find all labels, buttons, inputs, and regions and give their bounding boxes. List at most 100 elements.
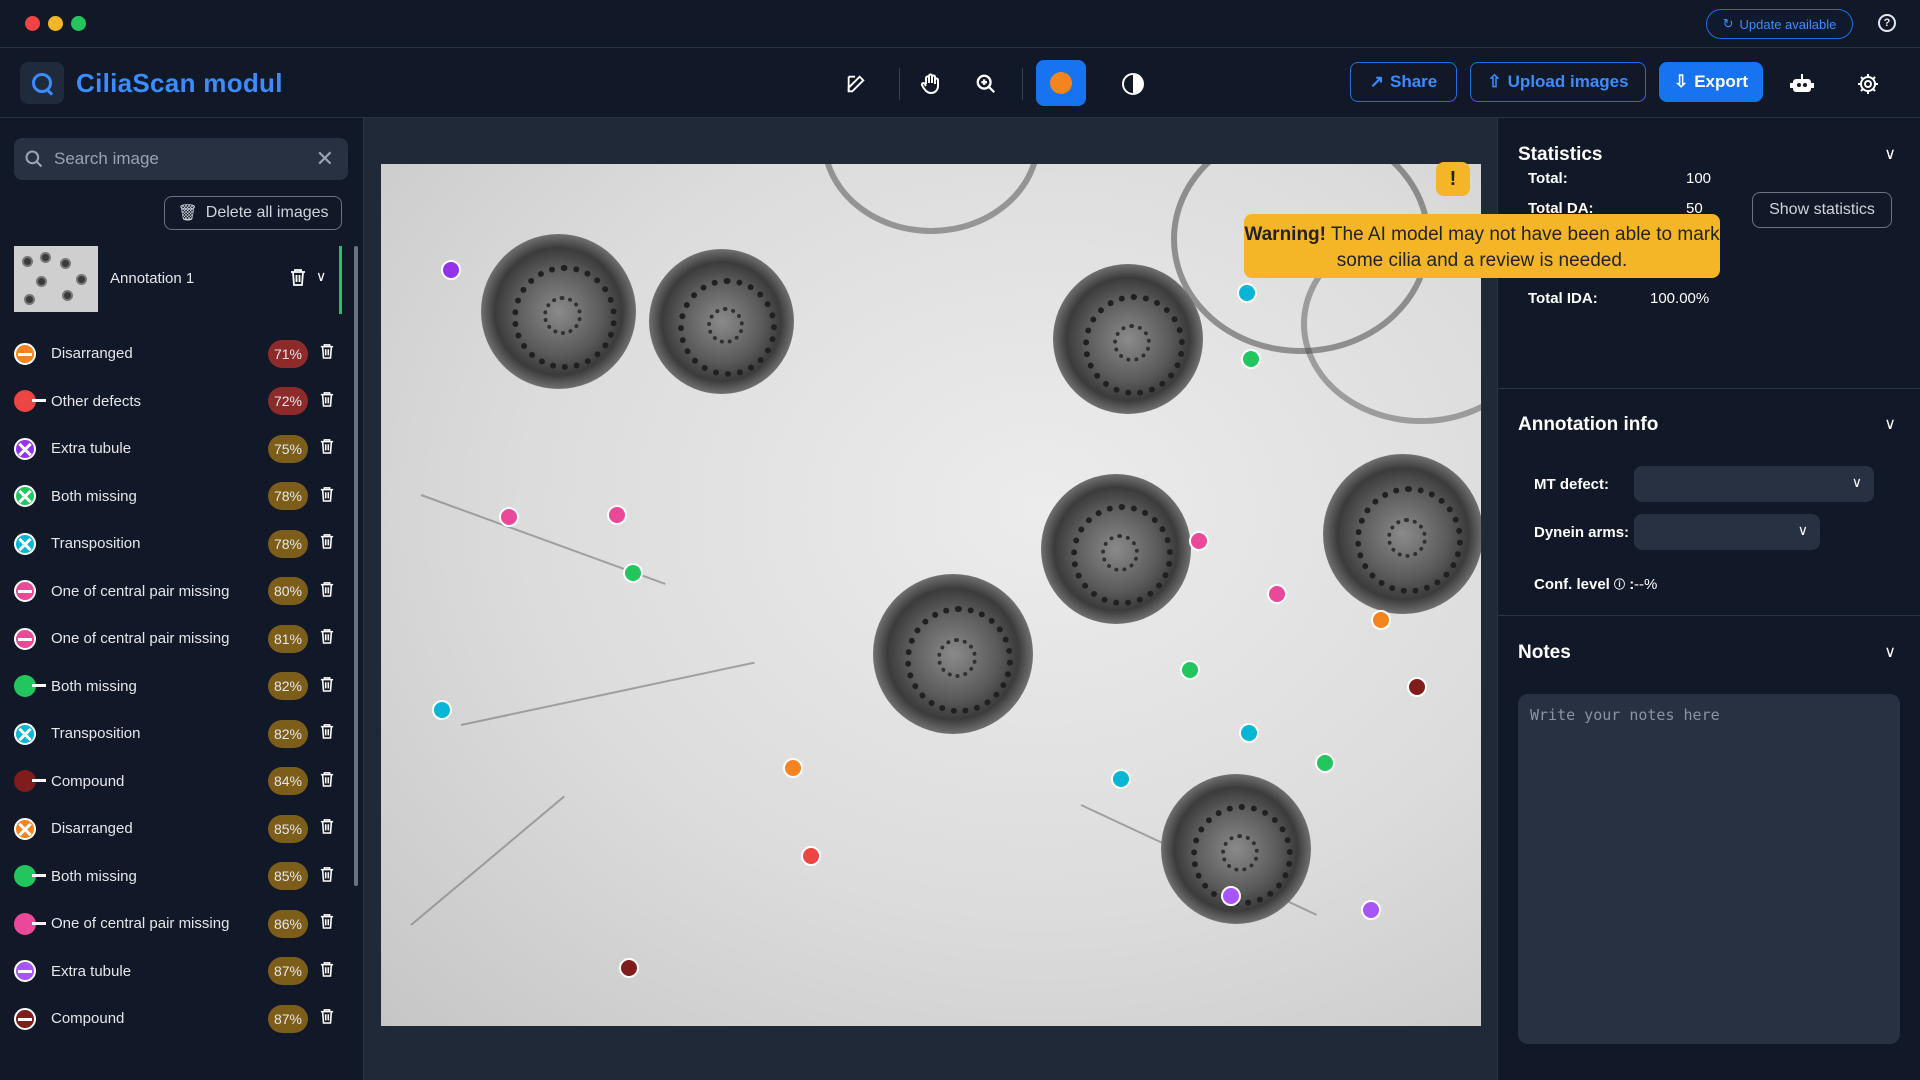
marker-extra-tubule[interactable] bbox=[1221, 886, 1241, 906]
marker-disarranged[interactable] bbox=[1371, 610, 1391, 630]
defect-list-item[interactable]: Compound 84% bbox=[14, 758, 344, 806]
marker-color-button[interactable] bbox=[1036, 60, 1086, 106]
trash-icon[interactable] bbox=[320, 391, 334, 412]
sidebar-scrollbar[interactable] bbox=[354, 246, 358, 886]
confidence-badge: 82% bbox=[268, 719, 308, 748]
marker-transposition[interactable] bbox=[432, 700, 452, 720]
defect-list-item[interactable]: Extra tubule 87% bbox=[14, 948, 344, 996]
ai-assistant-button[interactable] bbox=[1782, 64, 1822, 104]
marker-extra-tubule[interactable] bbox=[1361, 900, 1381, 920]
contrast-tool-button[interactable] bbox=[1113, 64, 1153, 104]
edit-tool-button[interactable] bbox=[836, 64, 876, 104]
delete-annotation-icon[interactable] bbox=[290, 268, 306, 291]
pencil-icon bbox=[847, 75, 865, 93]
microscopy-image[interactable] bbox=[381, 164, 1481, 1026]
defect-list-item[interactable]: Both missing 85% bbox=[14, 853, 344, 901]
maximize-window-icon[interactable] bbox=[71, 16, 86, 31]
marker-central-pair-missing[interactable] bbox=[1189, 531, 1209, 551]
dynein-arms-select[interactable]: ∨ bbox=[1634, 514, 1820, 550]
zoom-tool-button[interactable] bbox=[966, 64, 1006, 104]
trash-icon[interactable] bbox=[320, 771, 334, 792]
defect-list-item[interactable]: Transposition 78% bbox=[14, 520, 344, 568]
info-icon[interactable]: ⓘ bbox=[1614, 579, 1625, 591]
clear-search-icon[interactable]: ✕ bbox=[316, 146, 334, 172]
upload-images-button[interactable]: ⇧ Upload images bbox=[1470, 62, 1646, 102]
chevron-down-icon[interactable]: ∨ bbox=[1884, 642, 1896, 662]
chevron-down-icon[interactable]: ∨ bbox=[1884, 414, 1896, 434]
marker-disarranged[interactable] bbox=[783, 758, 803, 778]
trash-icon[interactable] bbox=[320, 866, 334, 887]
chevron-down-icon[interactable]: ∨ bbox=[316, 268, 326, 285]
stat-label: Total: bbox=[1528, 170, 1568, 187]
defect-list-item[interactable]: One of central pair missing 81% bbox=[14, 615, 344, 663]
confidence-badge: 87% bbox=[268, 957, 308, 986]
trash-icon[interactable] bbox=[320, 581, 334, 602]
marker-transposition[interactable] bbox=[1239, 723, 1259, 743]
marker-other-defects[interactable] bbox=[801, 846, 821, 866]
defect-list-item[interactable]: One of central pair missing 86% bbox=[14, 900, 344, 948]
trash-icon[interactable] bbox=[320, 961, 334, 982]
annotation-row[interactable]: Annotation 1 ∨ bbox=[14, 246, 342, 314]
marker-transposition[interactable] bbox=[1237, 283, 1257, 303]
defect-list-item[interactable]: Both missing 82% bbox=[14, 663, 344, 711]
trash-icon[interactable] bbox=[320, 913, 334, 934]
defect-label: Disarranged bbox=[51, 820, 133, 838]
image-sidebar: Search image ✕ 🗑 Delete all images Annot… bbox=[0, 118, 364, 1080]
defect-marker-icon bbox=[14, 485, 36, 508]
notes-textarea[interactable]: Write your notes here bbox=[1518, 694, 1900, 1044]
trash-icon[interactable] bbox=[320, 438, 334, 459]
defect-list-item[interactable]: One of central pair missing 80% bbox=[14, 568, 344, 616]
marker-transposition[interactable] bbox=[1111, 769, 1131, 789]
update-available-button[interactable]: ↻ Update available bbox=[1706, 9, 1853, 39]
refresh-icon: ↻ bbox=[1722, 16, 1734, 31]
marker-both-missing[interactable] bbox=[623, 563, 643, 583]
show-statistics-button[interactable]: Show statistics bbox=[1752, 192, 1892, 228]
defect-list-item[interactable]: Disarranged 71% bbox=[14, 330, 344, 378]
delete-all-images-button[interactable]: 🗑 Delete all images bbox=[164, 196, 342, 230]
help-icon[interactable]: ? bbox=[1878, 14, 1896, 32]
search-icon bbox=[25, 150, 43, 168]
defect-marker-icon bbox=[14, 960, 36, 983]
trash-icon[interactable] bbox=[320, 533, 334, 554]
window-title-bar: ↻ Update available ? bbox=[0, 0, 1920, 48]
defect-list-item[interactable]: Compound 87% bbox=[14, 995, 344, 1043]
close-window-icon[interactable] bbox=[25, 16, 40, 31]
marker-compound[interactable] bbox=[619, 958, 639, 978]
defect-marker-icon bbox=[14, 580, 36, 603]
chevron-down-icon: ∨ bbox=[1797, 522, 1808, 538]
marker-both-missing[interactable] bbox=[1180, 660, 1200, 680]
share-button[interactable]: ↗ Share bbox=[1350, 62, 1457, 102]
defect-marker-icon bbox=[14, 722, 36, 745]
defect-list-item[interactable]: Other defects 72% bbox=[14, 378, 344, 426]
marker-central-pair-missing[interactable] bbox=[499, 507, 519, 527]
defect-label: One of central pair missing bbox=[51, 582, 230, 600]
zoom-in-icon bbox=[976, 74, 996, 94]
marker-compound[interactable] bbox=[1407, 677, 1427, 697]
pan-tool-button[interactable] bbox=[911, 64, 951, 104]
export-button[interactable]: ⇩ Export bbox=[1659, 62, 1763, 102]
defect-label: Other defects bbox=[51, 392, 142, 410]
defect-list-item[interactable]: Transposition 82% bbox=[14, 710, 344, 758]
defect-list-item[interactable]: Extra tubule 75% bbox=[14, 425, 344, 473]
marker-central-pair-missing[interactable] bbox=[1267, 584, 1287, 604]
minimize-window-icon[interactable] bbox=[48, 16, 63, 31]
search-image-input[interactable]: Search image ✕ bbox=[14, 138, 348, 180]
marker-both-missing[interactable] bbox=[1315, 753, 1335, 773]
settings-button[interactable] bbox=[1848, 64, 1888, 104]
marker-central-pair-missing[interactable] bbox=[607, 505, 627, 525]
marker-extra-tubule[interactable] bbox=[441, 260, 461, 280]
trash-icon[interactable] bbox=[320, 1008, 334, 1029]
trash-icon[interactable] bbox=[320, 818, 334, 839]
trash-icon[interactable] bbox=[320, 343, 334, 364]
trash-icon[interactable] bbox=[320, 486, 334, 507]
warning-icon[interactable]: ! bbox=[1436, 162, 1470, 196]
chevron-down-icon[interactable]: ∨ bbox=[1884, 144, 1896, 164]
defect-list-item[interactable]: Both missing 78% bbox=[14, 473, 344, 521]
marker-both-missing[interactable] bbox=[1241, 349, 1261, 369]
trash-icon[interactable] bbox=[320, 676, 334, 697]
conf-level-value: --% bbox=[1634, 576, 1658, 593]
mt-defect-select[interactable]: ∨ bbox=[1634, 466, 1874, 502]
trash-icon[interactable] bbox=[320, 723, 334, 744]
defect-list-item[interactable]: Disarranged 85% bbox=[14, 805, 344, 853]
trash-icon[interactable] bbox=[320, 628, 334, 649]
